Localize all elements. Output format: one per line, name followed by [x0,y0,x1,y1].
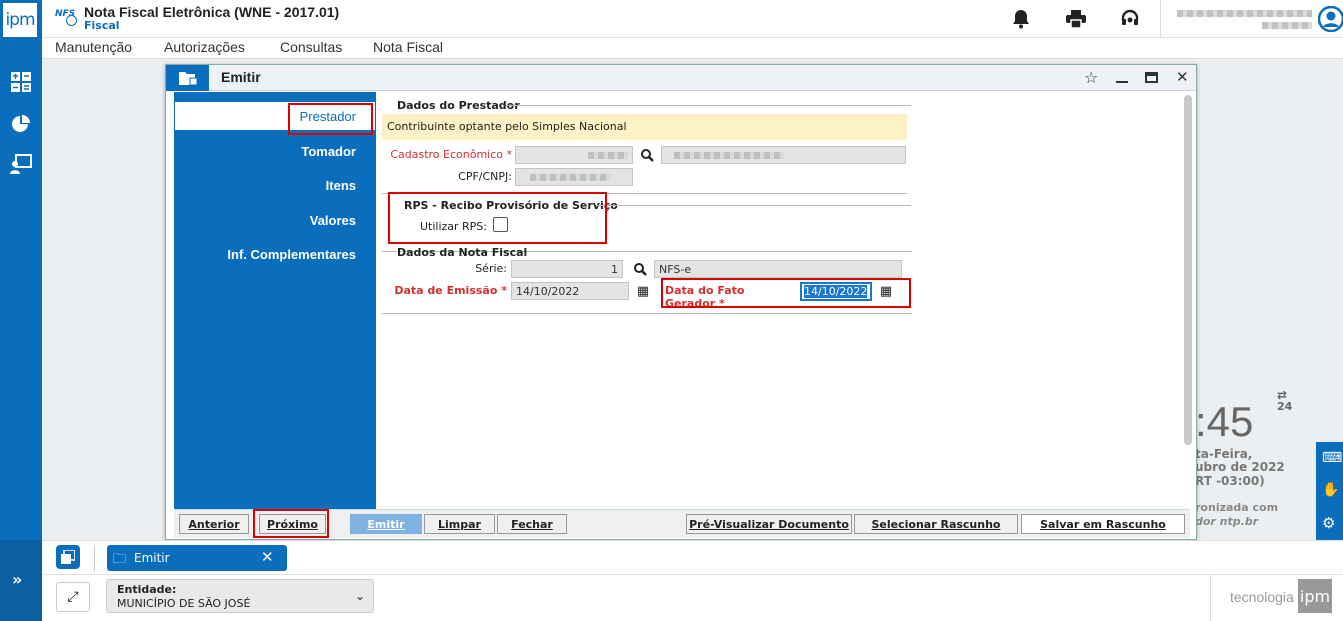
entidade-label: Entidade: [117,583,177,596]
cadastro-code-redacted [588,152,628,159]
highlight-rps [388,192,607,244]
header-divider [1160,0,1161,38]
ipm-logo: ipm [2,2,38,38]
menu-nota-fiscal[interactable]: Nota Fiscal [373,39,443,55]
user-detail-redacted [1262,22,1312,29]
emitir-window: Emitir ☆ ✕ Prestador Tomador Itens Valor… [165,64,1197,540]
window-title: Emitir [221,69,261,85]
hand-icon[interactable]: ✋ [1322,482,1339,498]
highlight-prestador [288,103,373,135]
cpf-field [515,168,633,186]
menu-manutencao[interactable]: Manutenção [55,39,132,55]
nav-itens[interactable]: Itens [326,178,356,193]
task-tab-label: Emitir [134,551,170,565]
cpf-label: CPF/CNPJ: [458,170,512,183]
clock-time: :45 [1195,398,1254,445]
keyboard-icon[interactable]: ⌨ [1322,450,1342,466]
search-serie-icon[interactable] [629,260,651,278]
anterior-button[interactable]: Anterior [179,514,249,534]
favorite-star-icon[interactable]: ☆ [1084,68,1098,87]
printer-icon[interactable] [1066,10,1086,31]
brand-divider [1210,574,1211,621]
clock-timezone: RT -03:00) [1195,474,1265,488]
minimize-icon[interactable] [1116,81,1128,83]
section-line [596,205,911,206]
expand-chevrons-icon[interactable]: » [12,570,22,589]
nav-inf-complementares[interactable]: Inf. Complementares [227,247,356,262]
calculator-icon[interactable] [7,68,35,96]
close-window-icon[interactable]: ✕ [1176,68,1189,86]
limpar-button[interactable]: Limpar [424,514,495,534]
headset-icon[interactable] [1120,9,1140,32]
task-close-icon[interactable]: ✕ [261,548,274,566]
calendar-emissao-icon[interactable]: ▦ [633,282,653,300]
selecionar-rascunho-button[interactable]: Selecionar Rascunho [854,514,1018,534]
wizard-nav: Prestador Tomador Itens Valores Inf. Com… [174,92,376,509]
clock-format-label: 24 [1277,400,1293,413]
highlight-fato-gerador [661,278,911,308]
menu-consultas[interactable]: Consultas [280,39,342,55]
cadastro-label-text: Cadastro Econômico [390,148,503,161]
maximize-icon[interactable] [1145,72,1158,83]
cadastro-name-field [661,146,906,164]
nav-tomador[interactable]: Tomador [301,144,356,159]
simples-nacional-notice: Contribuinte optante pelo Simples Nacion… [382,114,907,140]
serie-label: Série: [475,262,507,275]
section-line [382,313,912,314]
cadastro-label: Cadastro Econômico * [390,148,512,161]
fullscreen-icon[interactable]: ⤢ [56,582,90,612]
section-dados-nota: Dados da Nota Fiscal [397,246,528,259]
emitir-button[interactable]: Emitir [350,514,422,534]
cpf-redacted [530,174,610,181]
clock-sync-line1: ronizada com [1195,501,1279,514]
windows-list-icon[interactable] [56,545,80,569]
bell-icon[interactable] [1012,9,1030,32]
entidade-value: MUNICÍPIO DE SÃO JOSÉ [117,597,251,610]
app-title: Nota Fiscal Eletrônica (WNE - 2017.01) [84,4,340,20]
settings-gear-icon[interactable]: ⚙ [1322,514,1335,532]
folder-icon [179,71,198,88]
clock-day: ta-Feira, [1195,447,1253,461]
pie-chart-icon[interactable] [7,110,35,138]
section-dados-prestador: Dados do Prestador [397,99,520,112]
brand-text: tecnologia [1230,589,1294,605]
highlight-proximo [253,509,329,538]
user-avatar-icon[interactable] [1317,5,1343,35]
clock-format-toggle[interactable]: ⇄ 24 [1277,389,1293,413]
section-line [506,105,911,106]
pre-visualizar-button[interactable]: Pré-Visualizar Documento [686,514,852,534]
taskbar-divider [94,545,95,571]
left-rail: ipm » [0,0,42,621]
brand-logo: ipm [1298,579,1332,613]
user-name-redacted [1177,10,1312,17]
task-tab-emitir[interactable]: 🗀 Emitir ✕ [107,545,287,571]
entidade-selector[interactable]: Entidade: MUNICÍPIO DE SÃO JOSÉ ⌄ [106,579,374,613]
nfs-globe-icon [66,15,77,26]
vertical-scrollbar[interactable] [1184,95,1192,445]
cadastro-code-field[interactable] [515,146,633,164]
cadastro-name-redacted [674,152,784,159]
emissao-label: Data de Emissão * [394,284,507,297]
clock-date: ubro de 2022 [1195,460,1285,474]
salvar-rascunho-button[interactable]: Salvar em Rascunho [1021,514,1185,534]
serie-desc-field: NFS-e [654,260,902,278]
menu-autorizacoes[interactable]: Autorizações [164,39,245,55]
window-titlebar [166,65,1196,91]
task-folder-icon: 🗀 [113,552,127,567]
nav-valores[interactable]: Valores [310,213,356,228]
clock-sync-line2: dor ntp.br [1195,515,1259,528]
fechar-button[interactable]: Fechar [497,514,567,534]
app-subtitle: Fiscal [84,19,120,32]
search-cadastro-icon[interactable] [636,146,658,164]
serie-field[interactable]: 1 [511,260,623,278]
notice-text: Contribuinte optante pelo Simples Nacion… [387,120,627,133]
chevron-down-icon: ⌄ [355,589,366,603]
emissao-field[interactable]: 14/10/2022 [511,282,629,300]
presentation-icon[interactable] [7,150,35,178]
emissao-label-text: Data de Emissão [394,284,498,297]
